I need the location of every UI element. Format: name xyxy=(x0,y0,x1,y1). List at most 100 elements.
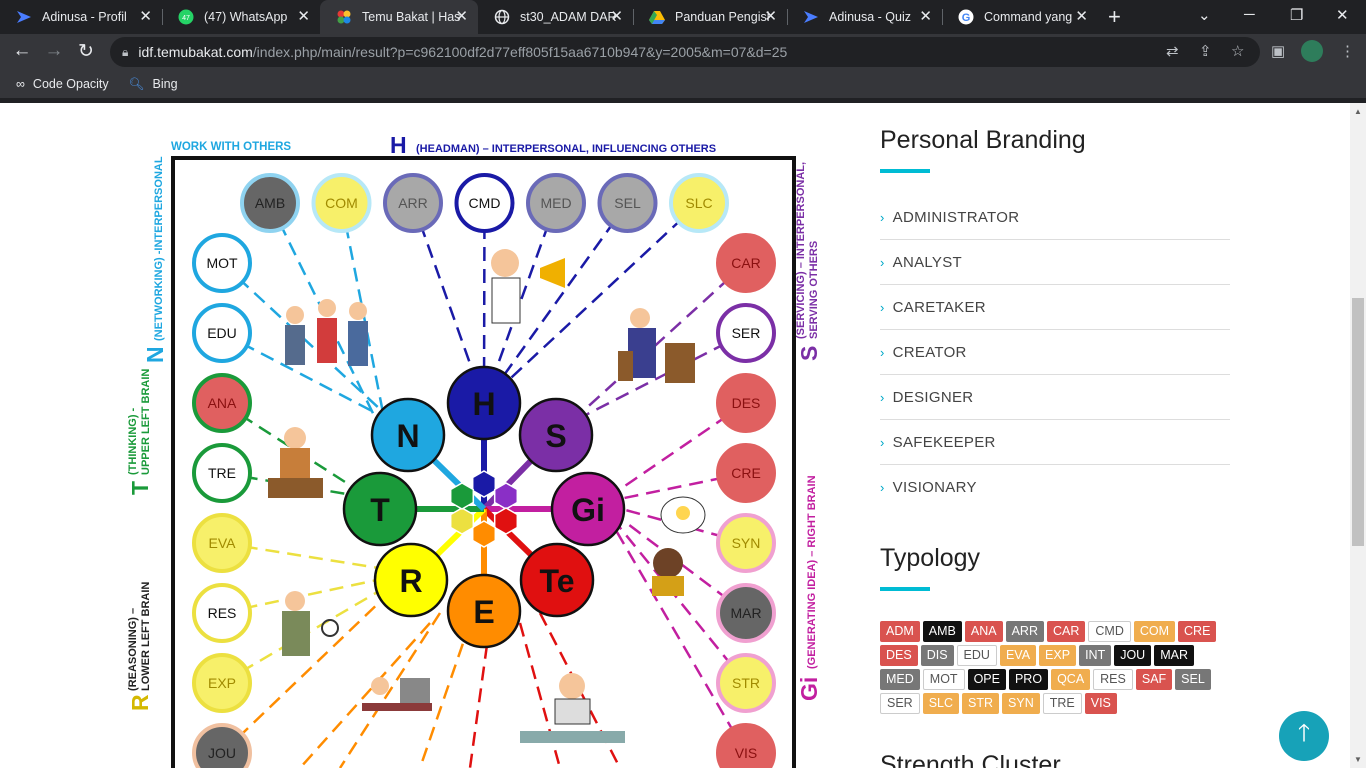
whatsapp-icon: 47 xyxy=(178,9,194,25)
bookmark-code-opacity[interactable]: ∞ Code Opacity xyxy=(16,77,109,91)
scroll-up-icon[interactable]: ▲ xyxy=(1354,107,1362,116)
typology-tag-sel[interactable]: SEL xyxy=(1175,669,1211,690)
core-letter: R xyxy=(399,563,422,599)
typology-tag-amb[interactable]: AMB xyxy=(922,621,962,642)
share-icon[interactable]: ⇪ xyxy=(1199,42,1212,60)
talent-circle-exp: EXP xyxy=(192,653,252,713)
side-panel-icon[interactable]: ▣ xyxy=(1271,42,1285,60)
new-tab-icon[interactable]: + xyxy=(1108,4,1121,30)
talent-code: MOT xyxy=(206,255,238,271)
close-icon[interactable]: ✕ xyxy=(610,9,623,25)
typology-tag-jou[interactable]: JOU xyxy=(1114,645,1152,666)
typology-tag-dis[interactable]: DIS xyxy=(920,645,954,666)
address-bar[interactable]: 🔒︎ idf.temubakat.com/index.php/main/resu… xyxy=(110,37,1260,67)
typology-tag-tre[interactable]: TRE xyxy=(1042,693,1082,714)
core-letter: E xyxy=(473,594,494,630)
talent-circle-cmd: CMD xyxy=(454,173,515,233)
networking-label: (NETWORKING) -INTERPERSONAL xyxy=(153,156,165,341)
tab-adinusa-quiz[interactable]: Adinusa - Quiz ✕ xyxy=(787,0,942,34)
talent-circle-cre: CRE xyxy=(716,443,776,503)
branding-item-designer[interactable]: › DESIGNER xyxy=(880,375,1230,420)
chevron-right-icon: › xyxy=(880,254,885,270)
talent-circle-des: DES xyxy=(716,373,776,433)
typology-tag-slc[interactable]: SLC xyxy=(922,693,960,714)
typology-tag-arr[interactable]: ARR xyxy=(1005,621,1044,642)
typology-tag-med[interactable]: MED xyxy=(880,669,920,690)
close-icon[interactable]: ✕ xyxy=(919,9,932,25)
typology-tag-saf[interactable]: SAF xyxy=(1135,669,1173,690)
tab-st30[interactable]: st30_ADAM DAR ✕ xyxy=(478,0,633,34)
profile-avatar[interactable] xyxy=(1301,40,1323,62)
close-icon[interactable]: ✕ xyxy=(139,9,152,25)
code-opacity-icon: ∞ xyxy=(16,77,25,91)
forward-arrow-icon[interactable]: → xyxy=(42,40,66,62)
typology-tag-res[interactable]: RES xyxy=(1093,669,1133,690)
connector-line xyxy=(518,622,562,768)
close-icon[interactable]: ✕ xyxy=(764,9,777,25)
chevron-right-icon: › xyxy=(880,209,885,225)
typology-tag-int[interactable]: INT xyxy=(1079,645,1112,666)
typology-tag-mot[interactable]: MOT xyxy=(922,669,965,690)
typology-tag-eva[interactable]: EVA xyxy=(999,645,1037,666)
tab-adinusa-profil[interactable]: Adinusa - Profil ✕ xyxy=(0,0,162,34)
core-circle-te: Te xyxy=(519,542,595,618)
typology-tag-cre[interactable]: CRE xyxy=(1178,621,1217,642)
typology-tag-pro[interactable]: PRO xyxy=(1008,669,1049,690)
typology-tag-ope[interactable]: OPE xyxy=(967,669,1006,690)
typology-tag-ana[interactable]: ANA xyxy=(964,621,1003,642)
reload-icon[interactable]: ↻ xyxy=(74,40,98,63)
typology-tag-edu[interactable]: EDU xyxy=(956,645,997,666)
branding-item-caretaker[interactable]: › CARETAKER xyxy=(880,285,1230,330)
branding-item-safekeeper[interactable]: › SAFEKEEPER xyxy=(880,420,1230,465)
branding-item-label: VISIONARY xyxy=(892,479,977,496)
arrow-up-icon: 🡑 xyxy=(1297,719,1311,747)
bookmark-star-icon[interactable]: ☆ xyxy=(1231,42,1244,60)
typology-tag-exp[interactable]: EXP xyxy=(1039,645,1077,666)
branding-item-administrator[interactable]: › ADMINISTRATOR xyxy=(880,195,1230,240)
bookmark-bing[interactable]: 🔍︎ Bing xyxy=(129,77,178,92)
tab-temubakat[interactable]: Temu Bakat | Has ✕ xyxy=(320,0,478,34)
branding-item-analyst[interactable]: › ANALYST xyxy=(880,240,1230,285)
minimize-icon[interactable]: ─ xyxy=(1244,6,1255,23)
close-icon[interactable]: ✕ xyxy=(297,9,310,25)
restore-icon[interactable]: ❐ xyxy=(1290,6,1303,24)
tab-panduan[interactable]: Panduan Pengisi ✕ xyxy=(633,0,787,34)
close-icon[interactable]: ✕ xyxy=(455,9,468,25)
temubakat-icon xyxy=(336,9,352,25)
translate-icon[interactable]: ⇄ xyxy=(1166,42,1179,60)
typology-tag-qca[interactable]: QCA xyxy=(1051,669,1091,690)
branding-item-creator[interactable]: › CREATOR xyxy=(880,330,1230,375)
kebab-menu-icon[interactable]: ⋮ xyxy=(1340,42,1355,60)
tab-command[interactable]: G Command yang ✕ xyxy=(942,0,1098,34)
typology-tag-ser[interactable]: SER xyxy=(880,693,920,714)
close-icon[interactable]: ✕ xyxy=(1075,9,1088,25)
tab-whatsapp[interactable]: 47 (47) WhatsApp ✕ xyxy=(162,0,320,34)
scrollbar-thumb[interactable] xyxy=(1352,298,1364,546)
chevron-right-icon: › xyxy=(880,434,885,450)
svg-text:47: 47 xyxy=(182,15,190,22)
typology-tag-des[interactable]: DES xyxy=(880,645,918,666)
s-letter-label: S xyxy=(796,346,822,361)
tab-search-chevron-icon[interactable]: ⌄ xyxy=(1198,6,1211,24)
typology-tag-vis[interactable]: VIS xyxy=(1084,693,1117,714)
chevron-right-icon: › xyxy=(880,344,885,360)
lock-icon: 🔒︎ xyxy=(122,44,129,59)
typology-tag-adm[interactable]: ADM xyxy=(880,621,920,642)
lower-left-brain-label: LOWER LEFT BRAIN xyxy=(140,582,152,691)
window-close-icon[interactable]: ✕ xyxy=(1336,6,1349,24)
typology-tag-cmd[interactable]: CMD xyxy=(1088,621,1131,642)
scroll-to-top-button[interactable]: 🡑 xyxy=(1279,711,1329,761)
core-letter: T xyxy=(370,492,390,528)
back-arrow-icon[interactable]: ← xyxy=(10,40,34,62)
page-scrollbar[interactable]: ▲ ▼ xyxy=(1350,103,1366,768)
typology-tag-str[interactable]: STR xyxy=(962,693,1000,714)
typology-tag-car[interactable]: CAR xyxy=(1046,621,1086,642)
talent-code: MED xyxy=(540,195,571,211)
svg-text:G: G xyxy=(962,12,971,24)
typology-tag-syn[interactable]: SYN xyxy=(1002,693,1040,714)
hexagon xyxy=(449,482,475,510)
scroll-down-icon[interactable]: ▼ xyxy=(1354,755,1362,764)
branding-item-visionary[interactable]: › VISIONARY xyxy=(880,465,1230,510)
typology-tag-mar[interactable]: MAR xyxy=(1154,645,1194,666)
typology-tag-com[interactable]: COM xyxy=(1133,621,1176,642)
